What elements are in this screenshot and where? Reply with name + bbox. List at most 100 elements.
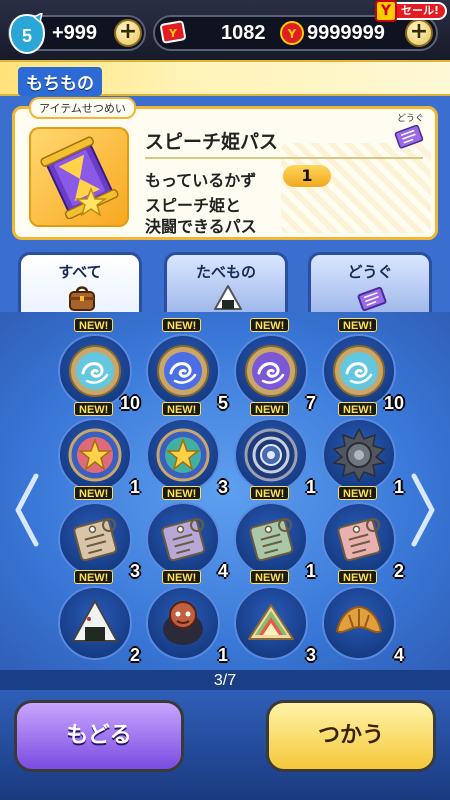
star-medal-icon <box>156 428 210 482</box>
item-slot[interactable]: NEW! 1 <box>322 402 404 497</box>
ticket-category-icon <box>394 124 424 149</box>
item-slot[interactable]: NEW! 3 <box>58 486 140 581</box>
svg-text:Y: Y <box>287 27 297 41</box>
item-quantity: 7 <box>305 393 316 413</box>
item-quantity: 5 <box>217 393 228 413</box>
onigiri-icon <box>214 285 242 310</box>
ticket-tag-icon <box>73 518 118 562</box>
y-icon: Y <box>375 0 397 22</box>
wind-orb-icon <box>69 345 121 397</box>
new-badge: NEW! <box>338 486 378 500</box>
new-badge: NEW! <box>162 402 202 416</box>
svg-text:Y: Y <box>168 27 178 40</box>
bottom-bar: もどる つかう <box>0 690 450 800</box>
use-button[interactable]: つかう <box>266 700 436 772</box>
currency2-value: 9999999 <box>307 22 385 44</box>
item-image <box>29 127 129 227</box>
item-slot[interactable]: NEW! 5 <box>146 318 228 413</box>
new-badge: NEW! <box>338 402 378 416</box>
sandwich-icon <box>248 604 294 640</box>
level-pill: 5 +999 + <box>8 13 146 55</box>
tab-food[interactable]: たべもの <box>164 252 288 314</box>
ticket-tag-icon <box>161 518 206 562</box>
onigiri-icon <box>72 600 118 642</box>
item-detail-panel: アイテムせつめい スピーチ姫パス どうぐ もっているかず 1 スピーチ姫と 決闘… <box>12 97 438 240</box>
tab-label: どうぐ <box>347 263 393 281</box>
new-badge: NEW! <box>162 486 202 500</box>
chevron-right-icon <box>411 473 435 547</box>
back-button[interactable]: もどる <box>14 700 184 772</box>
level-value: 5 <box>21 26 32 46</box>
ticket-tag-icon <box>337 518 382 562</box>
quantity-label: もっているかず <box>145 171 257 190</box>
item-quantity: 10 <box>119 393 140 413</box>
item-slot[interactable]: NEW! 1 <box>146 570 228 665</box>
tab-all[interactable]: すべて <box>18 252 142 318</box>
star-medal-icon <box>68 428 122 482</box>
currency1-value: 1082 <box>221 22 266 44</box>
item-slot[interactable]: NEW! 1 <box>234 486 316 581</box>
new-badge: NEW! <box>250 318 290 332</box>
description-line-1: スピーチ姫と <box>145 196 242 215</box>
section-header: もちもの <box>0 60 450 96</box>
item-slot[interactable]: NEW! 10 <box>58 318 140 413</box>
item-quantity: 1 <box>393 477 404 497</box>
chevron-left-icon <box>15 473 39 547</box>
new-badge: NEW! <box>338 318 378 332</box>
new-badge: NEW! <box>250 486 290 500</box>
item-quantity: 4 <box>393 645 404 665</box>
wind-orb-icon <box>333 345 385 397</box>
item-slot[interactable]: NEW! 2 <box>58 570 140 665</box>
ring-orb-icon <box>244 428 298 482</box>
tab-label: すべて <box>58 263 102 281</box>
next-page-arrow[interactable] <box>408 470 438 550</box>
item-quantity: 3 <box>129 561 140 581</box>
prev-page-arrow[interactable] <box>12 470 42 550</box>
new-badge: NEW! <box>250 402 290 416</box>
new-badge: NEW! <box>74 318 114 332</box>
sale-badge[interactable]: Y セール! <box>375 0 448 22</box>
new-badge: NEW! <box>74 402 114 416</box>
character-icon <box>163 601 203 645</box>
item-slot[interactable]: NEW! 3 <box>234 570 316 665</box>
item-slot[interactable]: NEW! 2 <box>322 486 404 581</box>
item-quantity: 2 <box>393 561 404 581</box>
add-left-button[interactable]: + <box>114 19 142 47</box>
quantity-value: 1 <box>283 165 331 187</box>
ticket-tag-icon <box>249 518 294 562</box>
item-quantity: 4 <box>217 561 228 581</box>
item-name: スピーチ姫パス <box>145 131 279 153</box>
add-currency-button[interactable]: + <box>405 19 433 47</box>
new-badge: NEW! <box>162 318 202 332</box>
item-quantity: 3 <box>305 645 316 665</box>
item-quantity: 2 <box>129 645 140 665</box>
tab-tools[interactable]: どうぐ <box>308 252 432 314</box>
item-slot[interactable]: NEW! 1 <box>234 402 316 497</box>
croissant-icon <box>335 605 383 634</box>
item-quantity: 1 <box>305 477 316 497</box>
item-quantity: 1 <box>217 645 228 665</box>
name-divider <box>145 157 423 159</box>
item-detail-area: アイテムせつめい スピーチ姫パス どうぐ もっているかず 1 スピーチ姫と 決闘… <box>0 96 450 252</box>
item-description: スピーチ姫と 決闘できるパス <box>145 195 257 237</box>
coin-currency-icon: Y <box>280 21 304 45</box>
item-quantity: 10 <box>383 393 404 413</box>
new-badge: NEW! <box>162 570 202 584</box>
item-slot[interactable]: NEW! 4 <box>146 486 228 581</box>
item-quantity: 3 <box>217 477 228 497</box>
bag-icon <box>69 286 95 311</box>
item-quantity: 1 <box>305 561 316 581</box>
wind-orb-icon <box>245 345 297 397</box>
new-badge: NEW! <box>74 570 114 584</box>
page-title: もちもの <box>18 67 102 96</box>
page-indicator: 3/7 <box>213 672 237 689</box>
wind-orb-icon <box>157 345 209 397</box>
speech-pass-icon <box>40 136 119 219</box>
item-slot[interactable]: NEW! 7 <box>234 318 316 413</box>
item-slot[interactable]: NEW! 3 <box>146 402 228 497</box>
new-badge: NEW! <box>74 486 114 500</box>
item-slot[interactable]: NEW! 4 <box>322 570 404 665</box>
item-slot[interactable]: NEW! 1 <box>58 402 140 497</box>
new-badge: NEW! <box>338 570 378 584</box>
item-slot[interactable]: NEW! 10 <box>322 318 404 413</box>
